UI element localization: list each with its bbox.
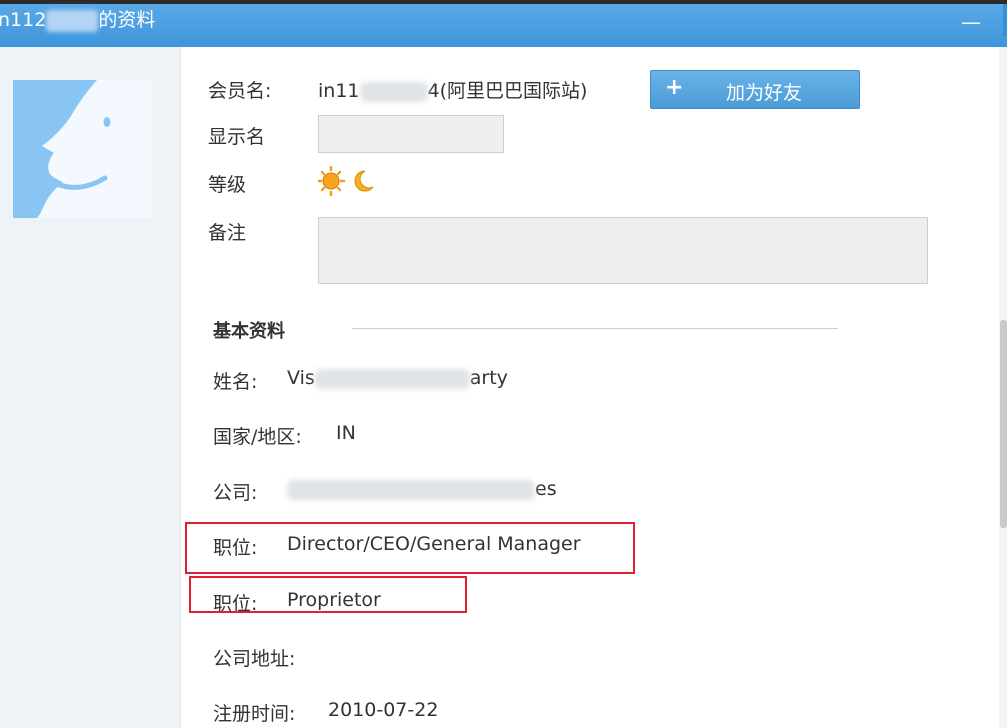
member-suffix: 4(阿里巴巴国际站): [427, 80, 588, 102]
member-name-value: in11 4(阿里巴巴国际站): [318, 76, 587, 103]
highlight-box-position-2: [189, 576, 467, 613]
company-address-label: 公司地址:: [213, 648, 296, 670]
minimize-button[interactable]: —: [961, 6, 981, 38]
member-redacted: [359, 81, 428, 102]
plus-icon: +: [665, 75, 684, 100]
sun-moon-icon: [316, 165, 374, 197]
title-bar: n112 的资料 —: [0, 4, 1007, 47]
add-friend-label: 加为好友: [726, 82, 803, 104]
company-redacted: [287, 479, 535, 500]
title-redacted: [46, 9, 99, 32]
highlight-box-position-1: [185, 522, 635, 574]
sun-icon: [316, 165, 346, 197]
default-avatar-face-icon: [13, 80, 152, 218]
company-value: es: [287, 478, 557, 500]
display-name-label: 显示名: [208, 126, 266, 148]
window-title: n112 的资料: [0, 4, 155, 36]
company-suffix: es: [535, 478, 557, 500]
add-friend-button[interactable]: + 加为好友: [650, 70, 860, 109]
company-label: 公司:: [213, 482, 258, 504]
member-prefix: in11: [318, 80, 360, 102]
name-suffix: arty: [469, 367, 508, 389]
register-time-label: 注册时间:: [213, 703, 296, 725]
level-icons: [316, 165, 378, 200]
country-value: IN: [336, 422, 356, 444]
scrollbar-thumb[interactable]: [1000, 320, 1007, 528]
level-label: 等级: [208, 174, 247, 196]
note-label: 备注: [208, 222, 247, 244]
moon-icon: [354, 170, 374, 192]
close-button-edge[interactable]: [1003, 4, 1007, 36]
avatar: [13, 80, 152, 218]
register-time-value: 2010-07-22: [328, 699, 439, 721]
section-title-basic-info: 基本资料: [213, 321, 285, 342]
country-label: 国家/地区:: [213, 426, 302, 448]
name-label: 姓名:: [213, 371, 258, 393]
title-suffix: 的资料: [98, 9, 156, 31]
name-value: Vis arty: [287, 367, 508, 389]
note-input[interactable]: [318, 217, 928, 284]
display-name-input[interactable]: [318, 115, 504, 153]
name-prefix: Vis: [287, 367, 315, 389]
title-prefix: n112: [0, 9, 47, 31]
section-divider: [352, 328, 838, 329]
name-redacted: [314, 368, 470, 389]
member-name-label: 会员名:: [208, 80, 272, 102]
